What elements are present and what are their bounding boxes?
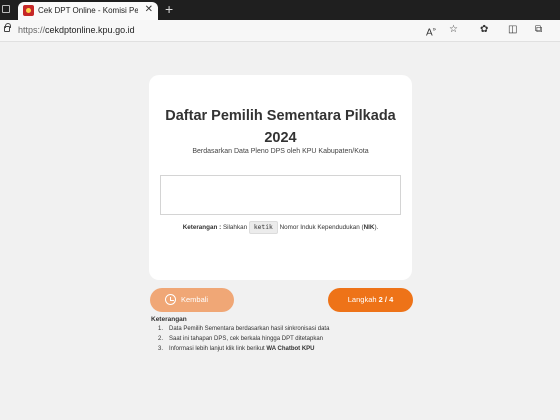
notes-item: 1. Data Pemilih Sementara berdasarkan has… (158, 326, 330, 332)
notes-item: 2. Saat ini tahapan DPS, cek berkala hing… (158, 336, 323, 342)
collections-icon[interactable]: ⧉ (535, 24, 542, 36)
address-bar: https://cekdptonline.kpu.go.id A» ☆ ✿ ◫ … (0, 20, 560, 42)
split-screen-icon[interactable]: ◫ (508, 24, 517, 36)
page-subtitle: Berdasarkan Data Pleno DPS oleh KPU Kabu… (192, 148, 369, 155)
tab-close-icon[interactable]: ✕ (145, 4, 153, 16)
url-field[interactable]: https://cekdptonline.kpu.go.id (18, 25, 135, 35)
window-menu-icon[interactable] (2, 5, 10, 13)
next-step-button[interactable]: Langkah 2 / 4 (328, 288, 413, 312)
notes-title: Keterangan (151, 316, 187, 323)
favorite-star-icon[interactable]: ☆ (449, 24, 458, 36)
code-hint: ketik (248, 221, 278, 234)
read-aloud-icon[interactable]: A» (426, 24, 436, 39)
step-indicator: 2 / 4 (378, 295, 394, 304)
search-card: Daftar Pemilih Sementara Pilkada 2024 Be… (149, 75, 412, 280)
extensions-icon[interactable]: ✿ (480, 24, 488, 36)
next-button-label: Langkah (347, 295, 377, 304)
back-button[interactable]: Kembali (150, 288, 234, 312)
new-tab-icon[interactable]: + (165, 1, 173, 17)
back-button-label: Kembali (181, 295, 209, 304)
browser-tab-bar: Cek DPT Online - Komisi Pemilihan ✕ + (0, 0, 560, 20)
kpu-favicon-icon (23, 5, 34, 16)
wa-chatbot-link[interactable]: WA Chatbot KPU (266, 346, 314, 352)
nik-input[interactable] (160, 175, 401, 215)
back-clock-icon (165, 294, 176, 305)
page-title: Daftar Pemilih Sementara Pilkada 2024 (165, 108, 396, 146)
lock-icon[interactable] (4, 23, 11, 32)
tab-title: Cek DPT Online - Komisi Pemilihan (38, 6, 138, 15)
browser-tab[interactable]: Cek DPT Online - Komisi Pemilihan ✕ (18, 2, 158, 20)
notes-list: 1. Data Pemilih Sementara berdasarkan has… (158, 324, 329, 354)
nik-instruction: Keterangan : Silahkan ketik Nomor Induk … (149, 221, 412, 234)
notes-item: 3. Informasi lebih lanjut klik link berik… (158, 346, 315, 352)
